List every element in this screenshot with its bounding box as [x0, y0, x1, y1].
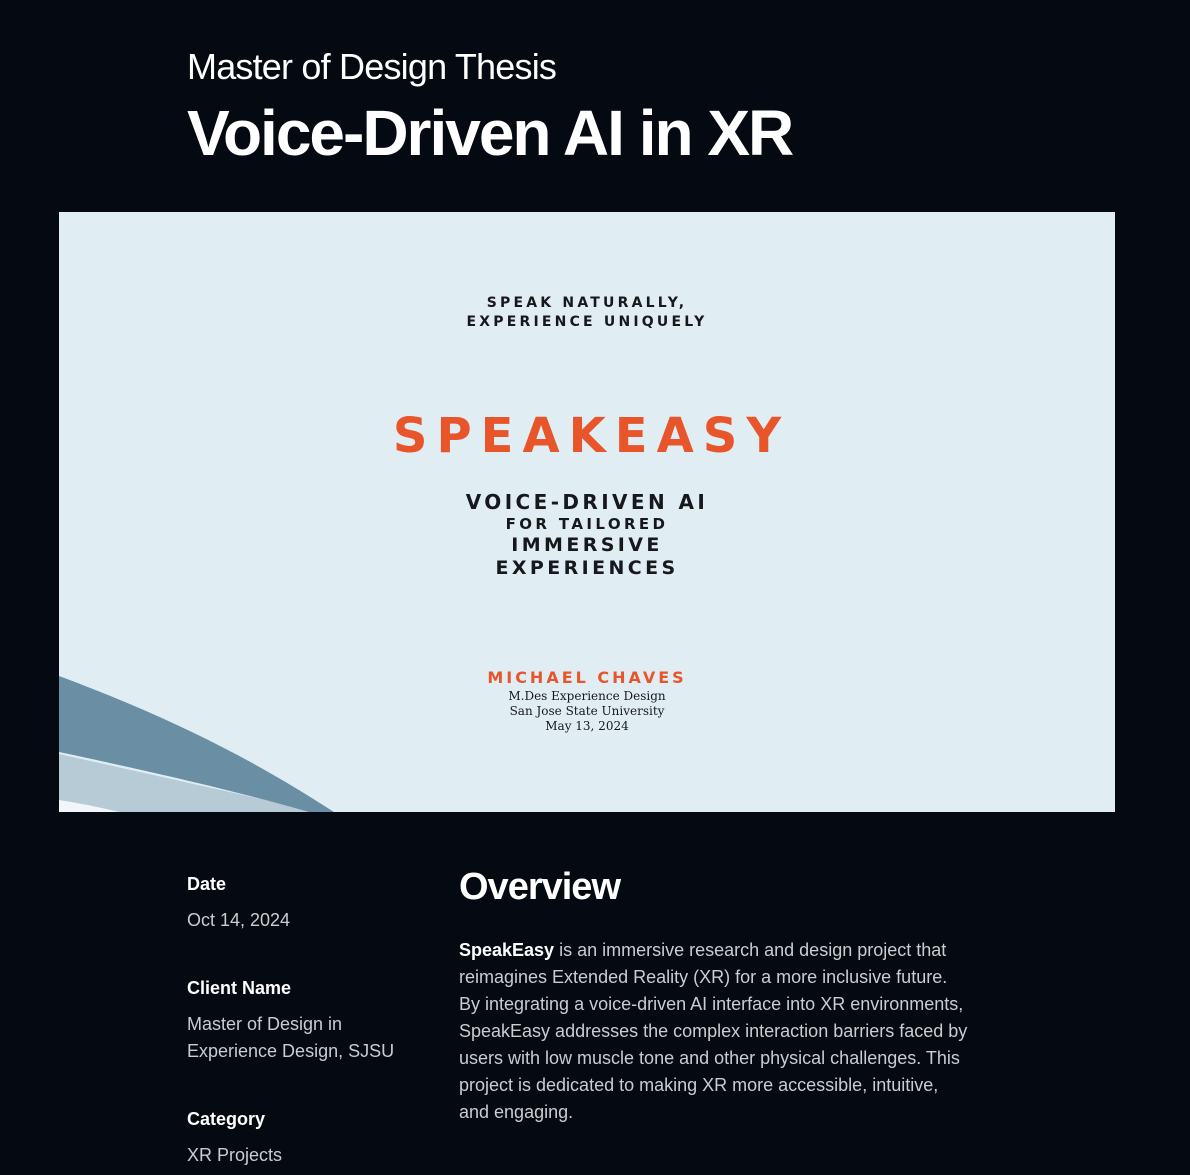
client-name-line-2: Experience Design, SJSU: [187, 1041, 395, 1061]
client-name-value: Master of Design in Experience Design, S…: [187, 1011, 394, 1065]
page-eyebrow: Master of Design Thesis: [187, 46, 557, 87]
hero-meta: M.Des Experience Design San Jose State U…: [59, 689, 1115, 734]
overview-lead: SpeakEasy: [459, 940, 555, 960]
client-name-label: Client Name: [187, 978, 292, 998]
client-name-line-1: Master of Design in: [187, 1014, 343, 1034]
subtitle-line-4: EXPERIENCES: [495, 557, 679, 579]
hero-tagline: SPEAK NATURALLY, EXPERIENCE UNIQUELY: [59, 294, 1115, 332]
category-value: XR Projects: [187, 1145, 283, 1165]
category-label: Category: [187, 1109, 266, 1129]
overview-text: is an immersive research and design proj…: [459, 940, 968, 1122]
hero-brand: SPEAKEASY: [392, 408, 791, 464]
page-title: Voice-Driven AI in XR: [187, 97, 794, 169]
subtitle-line-3: IMMERSIVE: [511, 534, 663, 556]
tagline-line-1: SPEAK NATURALLY,: [486, 295, 688, 311]
hero-author: MICHAEL CHAVES: [487, 668, 687, 687]
hero-date: May 13, 2024: [545, 719, 629, 733]
overview-heading: Overview: [459, 866, 621, 908]
subtitle-line-2: FOR TAILORED: [505, 515, 669, 533]
date-value: Oct 14, 2024: [187, 910, 291, 930]
date-label: Date: [187, 874, 227, 894]
overview-paragraph: SpeakEasy is an immersive research and d…: [459, 937, 969, 1126]
tagline-line-2: EXPERIENCE UNIQUELY: [466, 314, 708, 330]
hero-university: San Jose State University: [509, 704, 665, 718]
hero-image: SPEAK NATURALLY, EXPERIENCE UNIQUELY SPE…: [59, 212, 1115, 812]
hero-degree: M.Des Experience Design: [508, 689, 666, 703]
hero-subtitle: VOICE-DRIVEN AI FOR TAILORED IMMERSIVE E…: [59, 490, 1115, 580]
subtitle-line-1: VOICE-DRIVEN AI: [465, 490, 709, 514]
